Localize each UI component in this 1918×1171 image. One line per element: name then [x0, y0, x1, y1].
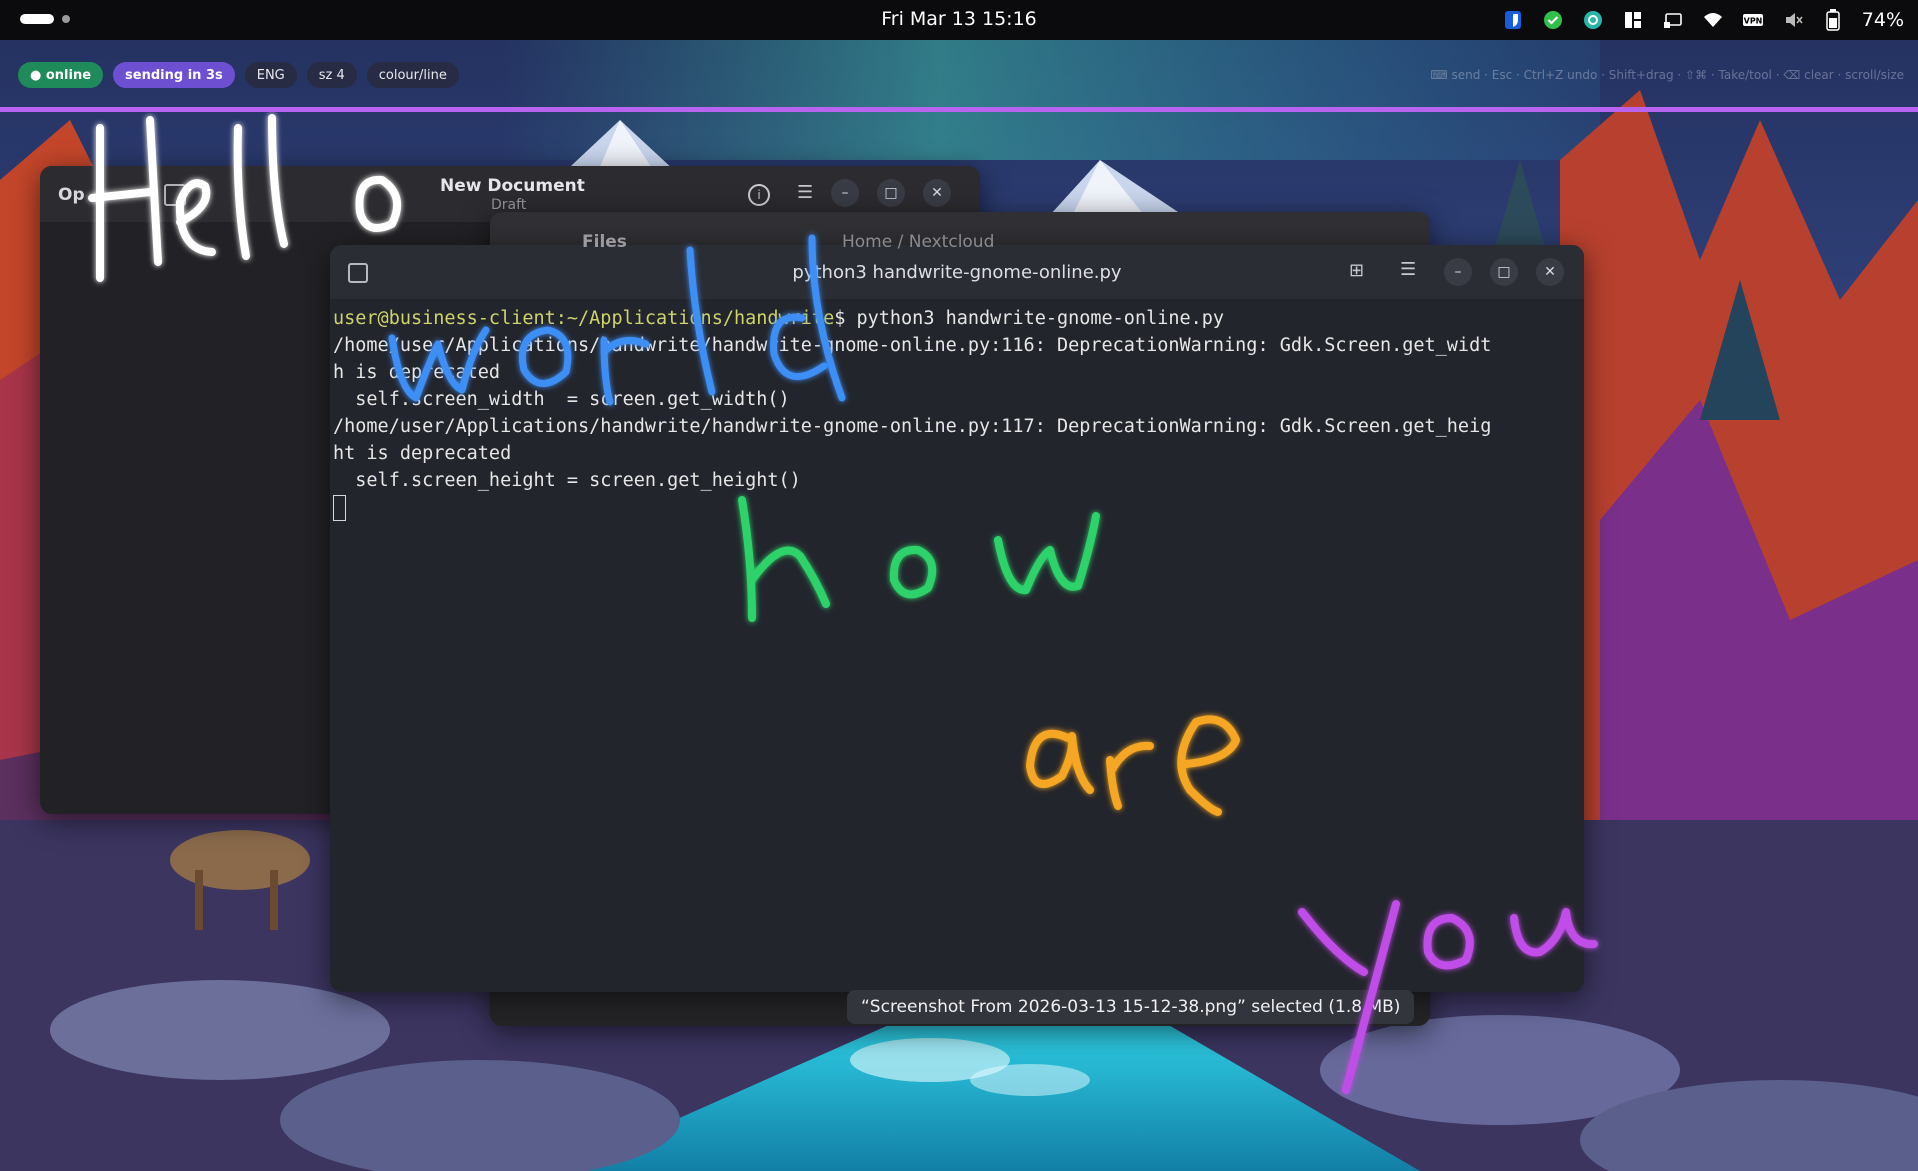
- maximize-button[interactable]: □: [1490, 258, 1518, 286]
- output-line: /home/user/Applications/handwrite/handwr…: [333, 335, 1492, 356]
- wifi-icon[interactable]: [1702, 9, 1724, 31]
- terminal-cursor: [333, 495, 346, 521]
- colour-mode-button[interactable]: colour/line: [366, 62, 459, 88]
- terminal-title: python3 handwrite-gnome-online.py: [792, 262, 1122, 283]
- menu-icon[interactable]: ☰: [797, 182, 813, 203]
- cast-icon[interactable]: [1662, 9, 1684, 31]
- document-subtitle: Draft: [491, 197, 527, 213]
- terminal-headerbar[interactable]: python3 handwrite-gnome-online.py ⊞ ☰ – …: [330, 245, 1584, 299]
- maximize-button[interactable]: □: [877, 179, 905, 207]
- mute-icon[interactable]: [1782, 9, 1804, 31]
- bitwarden-icon[interactable]: [1502, 9, 1524, 31]
- terminal-output[interactable]: user@business-client:~/Applications/hand…: [333, 305, 1583, 521]
- output-line: /home/user/Applications/handwrite/handwr…: [333, 416, 1492, 437]
- minimize-button[interactable]: –: [1444, 258, 1472, 286]
- files-path-bar[interactable]: Home / Nextcloud: [842, 232, 994, 252]
- system-tray[interactable]: VPN 74%: [1502, 6, 1904, 34]
- prompt-line: user@business-client:~/Applications/hand…: [333, 305, 1583, 332]
- svg-text:VPN: VPN: [1743, 17, 1762, 26]
- layout-icon[interactable]: [1622, 9, 1644, 31]
- handwrite-toolbar: ● online sending in 3s ENG sz 4 colour/l…: [18, 62, 459, 88]
- minimize-button[interactable]: –: [831, 179, 859, 207]
- open-button[interactable]: Op: [58, 185, 85, 205]
- output-line: h is deprecated: [333, 362, 501, 383]
- files-title: Files: [582, 232, 627, 252]
- output-line: self.screen_width = screen.get_width(): [333, 389, 790, 410]
- status-online-badge[interactable]: ● online: [18, 62, 104, 88]
- terminal-window[interactable]: python3 handwrite-gnome-online.py ⊞ ☰ – …: [330, 245, 1584, 992]
- vpn-icon[interactable]: VPN: [1742, 9, 1764, 31]
- document-title: New Document: [440, 176, 585, 196]
- close-button[interactable]: ✕: [1536, 258, 1564, 286]
- tabs-overview-icon[interactable]: ⊞: [1349, 260, 1364, 281]
- top-bar: Fri Mar 13 15:16 VPN 74%: [0, 0, 1918, 40]
- shortcut-hint: ⌨ send · Esc · Ctrl+Z undo · Shift+drag …: [1430, 68, 1904, 82]
- brush-size-button[interactable]: sz 4: [306, 62, 357, 88]
- new-tab-icon[interactable]: [164, 184, 186, 206]
- selection-toast: “Screenshot From 2026-03-13 15-12-38.png…: [847, 990, 1415, 1024]
- menu-icon[interactable]: ☰: [1400, 259, 1416, 280]
- close-button[interactable]: ✕: [923, 179, 951, 207]
- info-icon[interactable]: i: [748, 184, 770, 206]
- battery-icon[interactable]: [1822, 9, 1844, 31]
- output-line: self.screen_height = screen.get_height(): [333, 470, 801, 491]
- handwrite-divider-line: [0, 107, 1918, 112]
- check-icon[interactable]: [1542, 9, 1564, 31]
- status-sending-badge[interactable]: sending in 3s: [113, 62, 235, 88]
- prompt-command: $ python3 handwrite-gnome-online.py: [834, 308, 1225, 329]
- prompt-user: user@business-client:~/Applications/hand…: [333, 308, 835, 329]
- battery-percent: 74%: [1861, 9, 1904, 31]
- sync-icon[interactable]: [1582, 9, 1604, 31]
- language-button[interactable]: ENG: [244, 62, 297, 88]
- output-line: ht is deprecated: [333, 443, 512, 464]
